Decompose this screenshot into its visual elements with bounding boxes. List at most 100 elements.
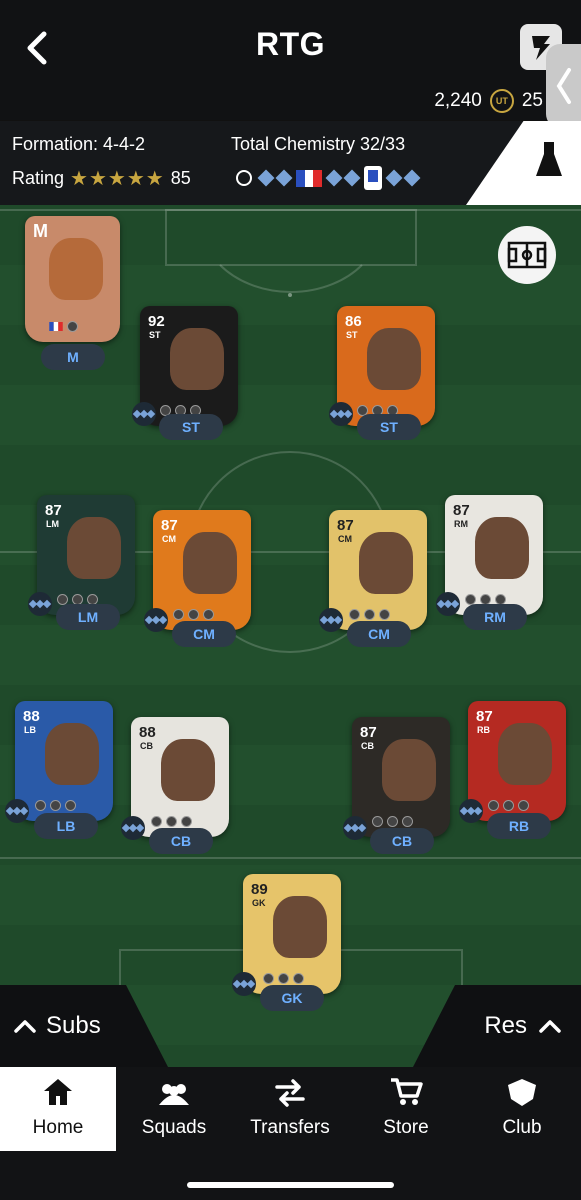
player-card-rm[interactable]: 87 RM	[445, 495, 543, 615]
chem-diamond-icon	[257, 169, 275, 187]
home-indicator	[187, 1182, 394, 1188]
player-position: LB	[24, 725, 36, 735]
chem-diamond-icon	[385, 169, 403, 187]
player-flags	[372, 816, 413, 827]
position-label: RM	[463, 604, 527, 630]
chemistry-links	[234, 166, 421, 190]
nav-club[interactable]: Club	[464, 1067, 580, 1151]
club-badge-icon	[65, 800, 76, 811]
nav-transfers-label: Transfers	[250, 1117, 330, 1138]
nav-home-label: Home	[32, 1117, 84, 1138]
cart-icon	[391, 1078, 423, 1105]
club-badge-icon	[379, 609, 390, 620]
player-portrait	[382, 739, 436, 801]
club-badge-icon	[203, 609, 214, 620]
player-flags	[488, 800, 529, 811]
manager-flags	[49, 321, 78, 332]
player-card-cm-right[interactable]: 87 CM	[329, 510, 427, 630]
player-rating: 88	[139, 724, 156, 741]
player-position: GK	[252, 898, 266, 908]
nav-store-label: Store	[383, 1117, 429, 1138]
chem-diamond-icon	[343, 169, 361, 187]
player-position: CM	[162, 534, 176, 544]
player-portrait	[367, 328, 421, 390]
position-label: CB	[149, 828, 213, 854]
chemistry-text: Total Chemistry 32/33	[231, 134, 406, 154]
rating-value: 85	[170, 168, 191, 188]
player-card-lm[interactable]: 87 LM	[37, 495, 135, 615]
chevron-up-icon	[539, 1020, 561, 1033]
coin-icon: UT	[489, 89, 514, 113]
player-card-cb-left[interactable]: 88 CB	[131, 717, 229, 837]
player-card-lb[interactable]: 88 LB	[15, 701, 113, 821]
player-rating: 87	[337, 517, 354, 534]
france-flag-icon	[296, 169, 322, 187]
side-drawer-tab[interactable]	[546, 44, 581, 128]
player-card-rb[interactable]: 87 RB	[468, 701, 566, 821]
nav-club-label: Club	[502, 1117, 542, 1138]
club-icon	[508, 1079, 536, 1106]
chemistry-diamond-icon	[319, 608, 343, 632]
france-flag-icon	[49, 322, 63, 331]
league-badge-icon	[67, 321, 78, 332]
player-portrait	[359, 532, 413, 594]
nav-home[interactable]: Home	[0, 1067, 116, 1151]
flask-icon[interactable]	[536, 140, 562, 180]
chemistry-diamond-icon	[436, 592, 460, 616]
player-position: CB	[140, 741, 153, 751]
player-rating: 92	[148, 313, 165, 330]
player-position: LM	[46, 519, 59, 529]
player-card-gk[interactable]: 89 GK	[243, 874, 341, 994]
squads-icon	[159, 1084, 189, 1105]
reserves-toggle[interactable]: Res	[484, 1012, 561, 1040]
manager-letter: M	[33, 221, 48, 241]
nav-squads[interactable]: Squads	[116, 1067, 232, 1151]
nation-flag-icon	[263, 973, 274, 984]
nation-flag-icon	[349, 609, 360, 620]
position-label: GK	[260, 985, 324, 1011]
chemistry-diamond-icon	[28, 592, 52, 616]
nav-store[interactable]: Store	[348, 1067, 464, 1151]
league-badge-icon	[364, 609, 375, 620]
player-portrait	[183, 532, 237, 594]
points-value: 25	[521, 90, 543, 111]
league-badge-icon	[387, 816, 398, 827]
coins-value: 2,240	[434, 90, 482, 111]
chevron-up-icon	[14, 1020, 36, 1033]
chemistry-diamond-icon	[232, 972, 256, 996]
player-position: ST	[149, 330, 161, 340]
currency-display: 2,240 UT 25	[434, 89, 543, 113]
serie-a-icon	[364, 166, 382, 190]
club-badge-icon	[293, 973, 304, 984]
rating-label: Rating	[12, 168, 65, 188]
manager-portrait	[49, 238, 103, 300]
position-label: CM	[172, 621, 236, 647]
position-label: LM	[56, 604, 120, 630]
player-card-cm-left[interactable]: 87 CM	[153, 510, 251, 630]
player-position: ST	[346, 330, 358, 340]
nav-transfers[interactable]: Transfers	[232, 1067, 348, 1151]
league-icon	[236, 170, 252, 186]
player-flags	[151, 816, 192, 827]
player-rating: 86	[345, 313, 362, 330]
league-badge-icon	[278, 973, 289, 984]
formation-text: Formation: 4-4-2	[12, 134, 146, 154]
player-portrait	[475, 517, 529, 579]
position-label: ST	[159, 414, 223, 440]
manager-card[interactable]: M	[25, 216, 120, 342]
league-badge-icon	[166, 816, 177, 827]
nation-flag-icon	[173, 609, 184, 620]
player-rating: 87	[360, 724, 377, 741]
club-badge-icon	[518, 800, 529, 811]
player-flags	[263, 973, 304, 984]
player-portrait	[273, 896, 327, 958]
rating-row: Rating ★★★★★ 85	[12, 166, 191, 191]
player-flags	[35, 800, 76, 811]
rating-stars: ★★★★★	[70, 168, 165, 190]
club-badge-icon	[402, 816, 413, 827]
chem-diamond-icon	[275, 169, 293, 187]
player-rating: 87	[476, 708, 493, 725]
player-card-cb-right[interactable]: 87 CB	[352, 717, 450, 837]
subs-toggle[interactable]: Subs	[14, 1012, 101, 1040]
formation-view-button[interactable]	[498, 226, 556, 284]
